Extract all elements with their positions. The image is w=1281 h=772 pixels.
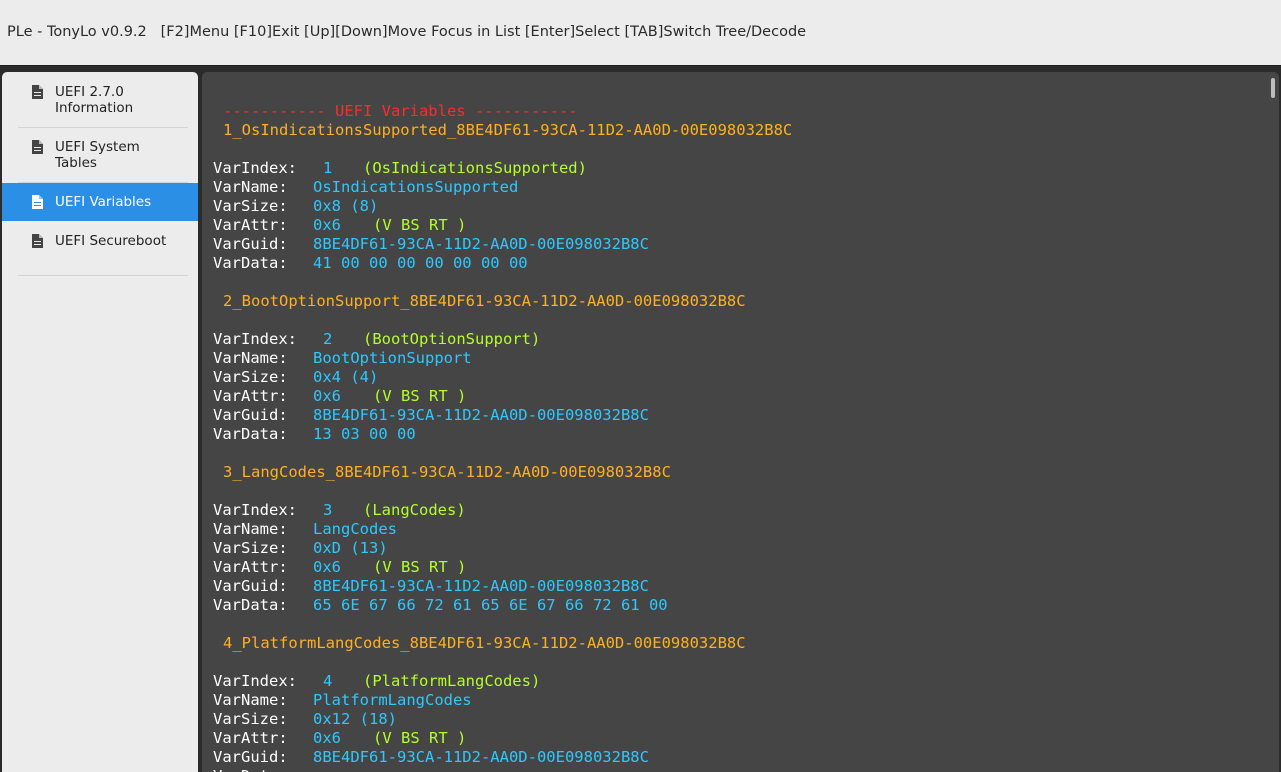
var-index-value: 1 <box>323 159 333 177</box>
sidebar-item-uefi-information[interactable]: UEFI 2.7.0 Information <box>2 72 198 128</box>
var-guid-label: VarGuid: <box>213 748 288 766</box>
variable-title: 4_PlatformLangCodes_8BE4DF61-93CA-11D2-A… <box>223 634 746 652</box>
var-attr-flags: (V BS RT ) <box>373 216 467 234</box>
var-index-value: 4 <box>323 672 333 690</box>
var-index-name: (OsIndicationsSupported) <box>363 159 587 177</box>
divider <box>18 275 188 276</box>
file-icon <box>32 234 43 248</box>
var-size-label: VarSize: <box>213 539 288 557</box>
variable-title: 3_LangCodes_8BE4DF61-93CA-11D2-AA0D-00E0… <box>223 463 671 481</box>
sidebar-item-uefi-variables[interactable]: UEFI Variables <box>2 183 198 221</box>
var-name-value: LangCodes <box>313 520 397 538</box>
var-name-value: OsIndicationsSupported <box>313 178 519 196</box>
var-guid-label: VarGuid: <box>213 577 288 595</box>
var-size-value: 0xD (13) <box>313 539 388 557</box>
var-data-label: VarData: <box>213 254 288 272</box>
sidebar-item-label: UEFI Secureboot <box>55 233 167 249</box>
var-index-label: VarIndex: <box>213 501 297 519</box>
section-header: ----------- UEFI Variables ----------- <box>223 102 578 120</box>
file-icon <box>32 85 43 99</box>
var-index-label: VarIndex: <box>213 672 297 690</box>
variable-title: 1_OsIndicationsSupported_8BE4DF61-93CA-1… <box>223 121 793 139</box>
sidebar-item-label: UEFI System Tables <box>55 139 140 171</box>
var-attr-label: VarAttr: <box>213 387 288 405</box>
sidebar-item-label: UEFI 2.7.0 Information <box>55 84 134 116</box>
sidebar-item-uefi-secureboot[interactable]: UEFI Secureboot <box>2 221 198 276</box>
var-guid-value: 8BE4DF61-93CA-11D2-AA0D-00E098032B8C <box>313 748 649 766</box>
var-data-label: VarData: <box>213 767 288 772</box>
variable-title: 2_BootOptionSupport_8BE4DF61-93CA-11D2-A… <box>223 292 746 310</box>
window-title: PLe - TonyLo v0.9.2 [F2]Menu [F10]Exit [… <box>7 24 807 40</box>
var-size-value: 0x12 (18) <box>313 710 397 728</box>
var-index-label: VarIndex: <box>213 330 297 348</box>
var-guid-label: VarGuid: <box>213 406 288 424</box>
var-name-label: VarName: <box>213 520 288 538</box>
var-name-label: VarName: <box>213 178 288 196</box>
var-attr-label: VarAttr: <box>213 216 288 234</box>
var-data-label: VarData: <box>213 425 288 443</box>
var-size-label: VarSize: <box>213 710 288 728</box>
var-index-name: (LangCodes) <box>363 501 466 519</box>
var-index-value: 3 <box>323 501 333 519</box>
sidebar-tree[interactable]: UEFI 2.7.0 Information UEFI System Table… <box>2 72 198 772</box>
var-name-value: PlatformLangCodes <box>313 691 472 709</box>
var-attr-label: VarAttr: <box>213 729 288 747</box>
var-guid-value: 8BE4DF61-93CA-11D2-AA0D-00E098032B8C <box>313 235 649 253</box>
sidebar-item-uefi-system-tables[interactable]: UEFI System Tables <box>2 128 198 183</box>
var-attr-value: 0x6 <box>313 387 341 405</box>
vertical-scrollbar[interactable] <box>1271 78 1275 98</box>
title-bar: PLe - TonyLo v0.9.2 [F2]Menu [F10]Exit [… <box>0 0 1281 66</box>
var-attr-flags: (V BS RT ) <box>373 729 467 747</box>
var-data-label: VarData: <box>213 596 288 614</box>
var-size-label: VarSize: <box>213 368 288 386</box>
var-name-label: VarName: <box>213 349 288 367</box>
var-guid-value: 8BE4DF61-93CA-11D2-AA0D-00E098032B8C <box>313 406 649 424</box>
var-size-label: VarSize: <box>213 197 288 215</box>
file-icon <box>32 140 43 154</box>
var-index-label: VarIndex: <box>213 159 297 177</box>
var-index-value: 2 <box>323 330 333 348</box>
var-attr-value: 0x6 <box>313 729 341 747</box>
file-icon <box>32 195 43 209</box>
var-data-value: 13 03 00 00 <box>313 425 416 443</box>
var-size-value: 0x4 (4) <box>313 368 379 386</box>
var-attr-value: 0x6 <box>313 216 341 234</box>
var-data-value: 41 00 00 00 00 00 00 00 <box>313 254 528 272</box>
var-attr-value: 0x6 <box>313 558 341 576</box>
var-size-value: 0x8 (8) <box>313 197 379 215</box>
var-attr-label: VarAttr: <box>213 558 288 576</box>
var-name-value: BootOptionSupport <box>313 349 472 367</box>
var-attr-flags: (V BS RT ) <box>373 387 467 405</box>
sidebar-item-label: UEFI Variables <box>55 194 152 210</box>
var-attr-flags: (V BS RT ) <box>373 558 467 576</box>
var-guid-label: VarGuid: <box>213 235 288 253</box>
var-guid-value: 8BE4DF61-93CA-11D2-AA0D-00E098032B8C <box>313 577 649 595</box>
var-data-value: 65 6E 67 66 72 61 65 6E 67 66 72 61 00 <box>313 596 668 614</box>
var-index-name: (PlatformLangCodes) <box>363 672 541 690</box>
var-index-name: (BootOptionSupport) <box>363 330 541 348</box>
decode-panel[interactable]: ----------- UEFI Variables ----------- 1… <box>202 72 1279 772</box>
var-name-label: VarName: <box>213 691 288 709</box>
